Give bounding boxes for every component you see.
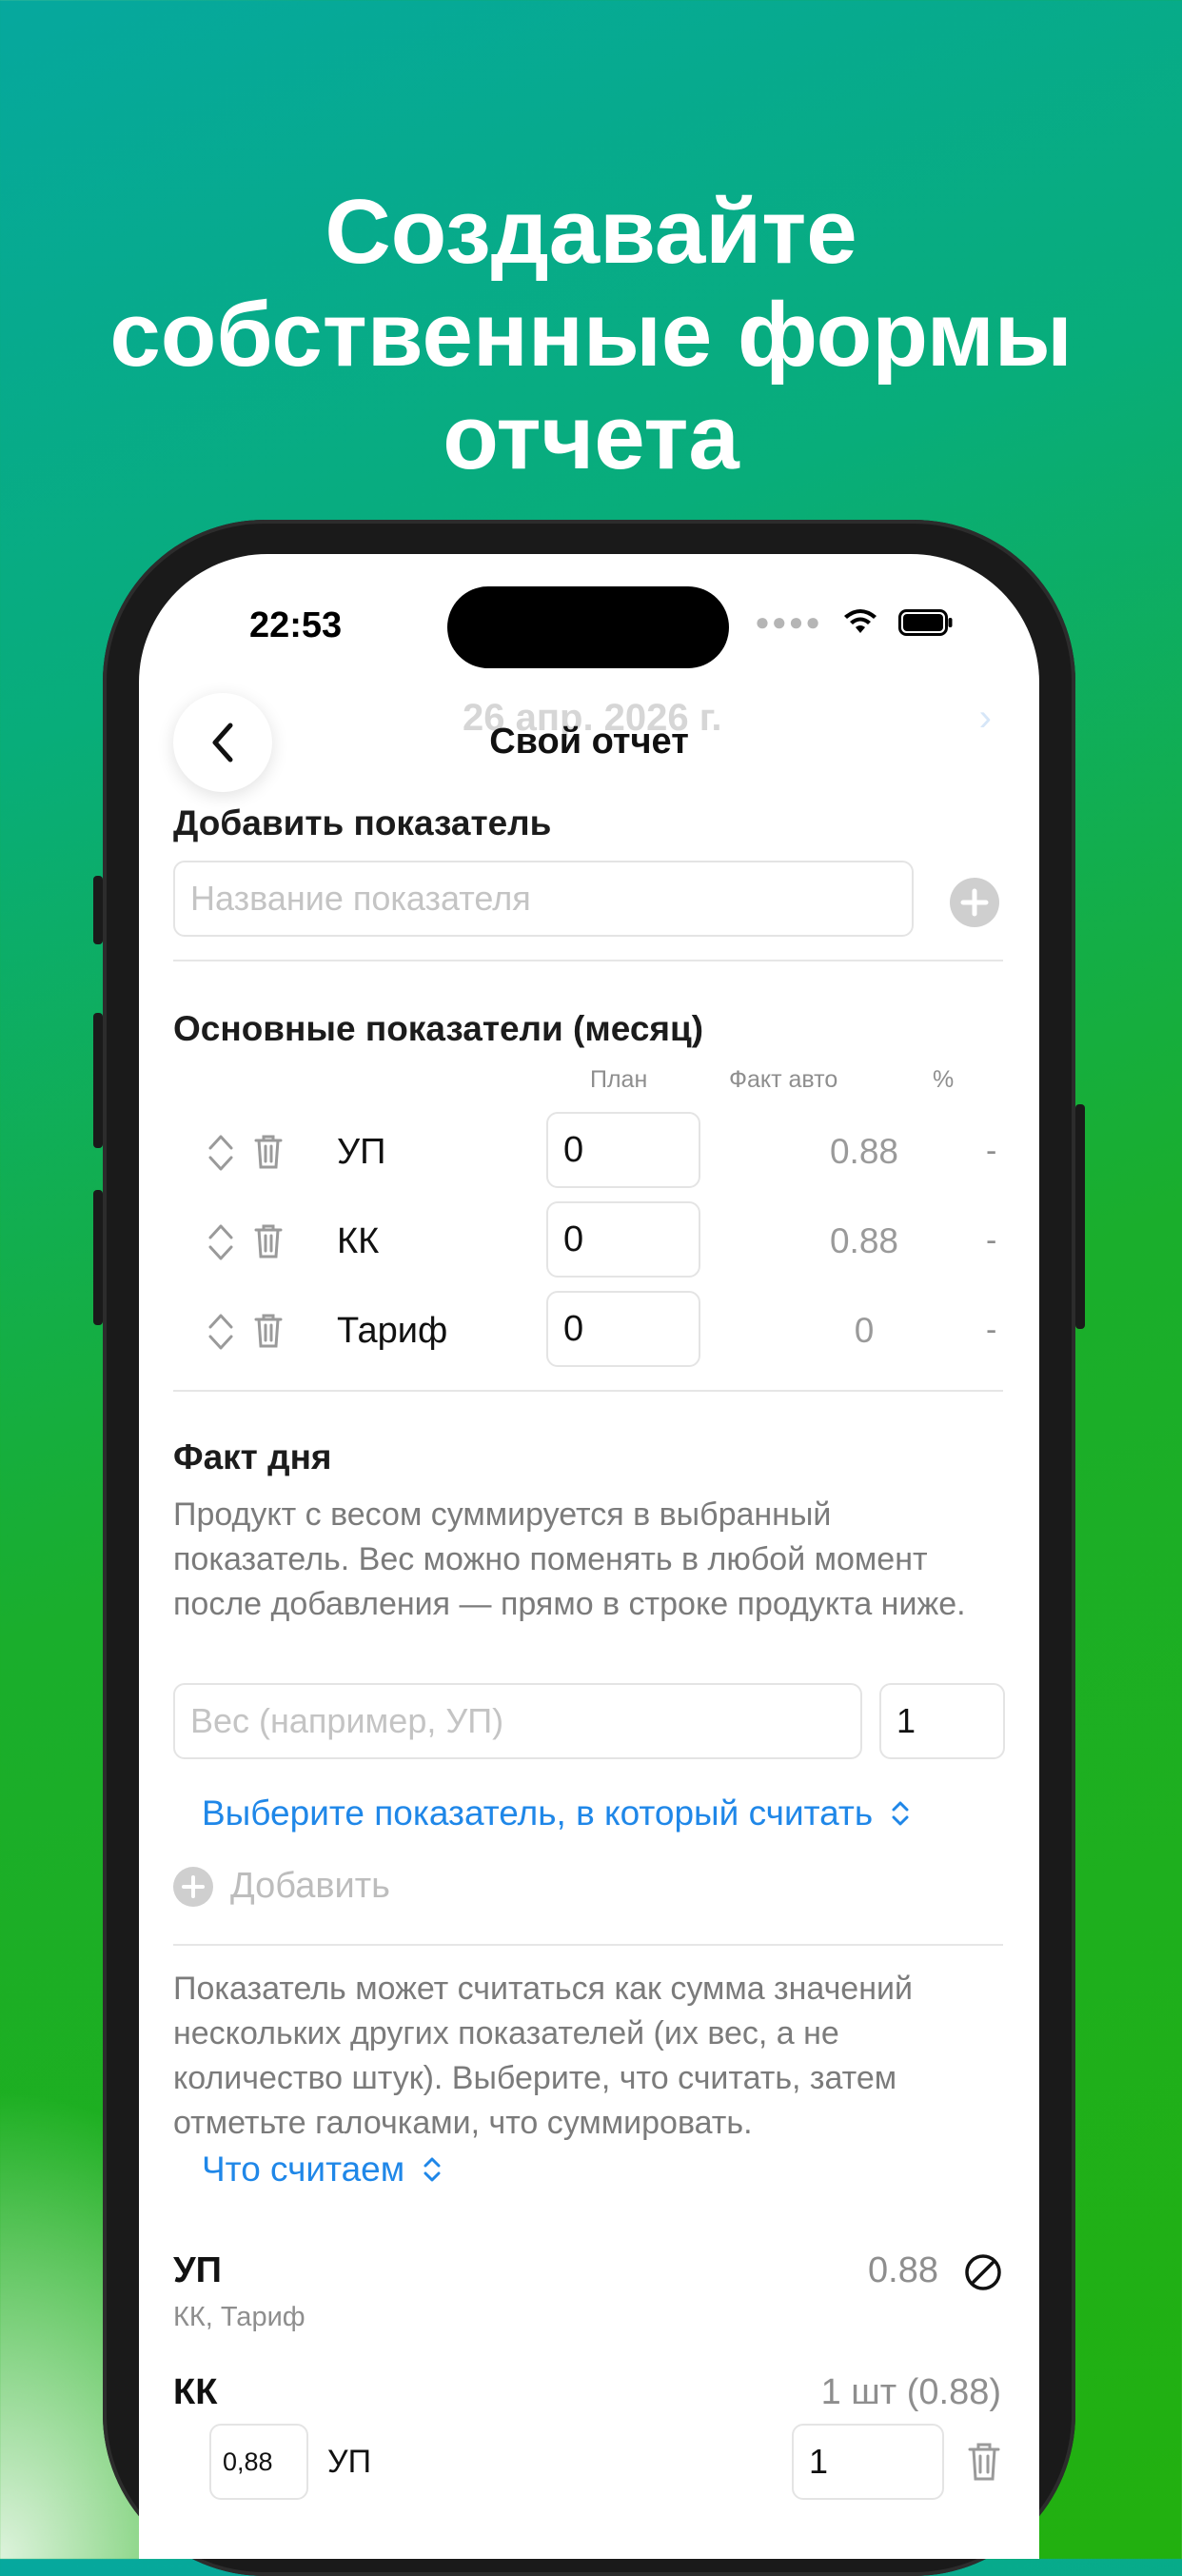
fact-value: 0.88 <box>829 1132 898 1171</box>
weight-input[interactable] <box>173 1683 862 1759</box>
metric-name: УП <box>337 1132 386 1172</box>
item-count-input[interactable] <box>792 2424 944 2500</box>
status-time: 22:53 <box>249 605 343 645</box>
sum-description: Показатель может считаться как сумма зна… <box>173 1971 913 2141</box>
add-product-label: Добавить <box>230 1866 390 1906</box>
plan-input[interactable] <box>546 1291 700 1367</box>
app-screen: 22:53 ●●●● 26 апр. 2026 г. › Свой отчет … <box>139 554 1039 2559</box>
page-title: Свой отчет <box>489 722 689 762</box>
aggregate-components: КК, Тариф <box>173 2302 305 2332</box>
col-pct-header: % <box>933 1066 955 1093</box>
wifi-icon <box>844 608 877 633</box>
trash-icon[interactable] <box>253 1222 284 1260</box>
main-metrics-title: Основные показатели (месяц) <box>173 1009 704 1048</box>
select-metric-label: Выберите показатель, в который считать <box>202 1793 874 1833</box>
aggregate-name: КК <box>173 2372 218 2412</box>
divider <box>173 1390 1003 1392</box>
chevron-up-down-icon <box>424 2157 441 2182</box>
phone-side-button <box>93 876 103 944</box>
plan-input[interactable] <box>546 1112 700 1188</box>
phone-volume-down <box>93 1190 103 1325</box>
count-input[interactable] <box>879 1683 1005 1759</box>
add-metric-plus-icon[interactable] <box>950 878 999 927</box>
chevron-up-down-icon <box>892 1801 909 1826</box>
item-target-label: УП <box>327 2444 372 2480</box>
day-fact-description: Продукт с весом суммируется в выбранный … <box>173 1496 966 1622</box>
plus-circle-icon <box>173 1866 213 1907</box>
dynamic-island <box>447 586 729 668</box>
plan-input[interactable] <box>546 1201 700 1278</box>
add-product-button[interactable]: Добавить <box>173 1866 390 1907</box>
add-metric-title: Добавить показатель <box>173 803 552 842</box>
trash-icon[interactable] <box>967 2441 1001 2483</box>
trash-icon[interactable] <box>253 1133 284 1171</box>
what-count-label: Что считаем <box>202 2150 405 2189</box>
day-fact-title: Факт дня <box>173 1437 332 1476</box>
fact-value: 0.88 <box>829 1221 898 1260</box>
col-fact-header: Факт авто <box>729 1066 838 1093</box>
pct-value: - <box>986 1133 997 1169</box>
metric-name: Тариф <box>337 1311 448 1351</box>
divider <box>173 960 1003 961</box>
reorder-icon[interactable] <box>206 1131 236 1175</box>
fact-value: 0 <box>854 1311 875 1350</box>
headline-line-3: отчета <box>443 386 739 488</box>
aggregate-value: 0.88 <box>868 2250 938 2290</box>
metric-name-input[interactable] <box>173 861 914 937</box>
headline-line-1: Создавайте <box>325 181 857 283</box>
metric-name: КК <box>337 1221 380 1261</box>
item-weight-input[interactable] <box>209 2424 308 2500</box>
col-plan-header: План <box>590 1066 648 1093</box>
pct-value: - <box>986 1312 997 1348</box>
aggregate-name: УП <box>173 2250 222 2290</box>
trash-icon[interactable] <box>253 1312 284 1350</box>
phone-volume-up <box>93 1013 103 1148</box>
signal-icon: ●●●● <box>755 607 822 636</box>
select-metric-link[interactable]: Выберите показатель, в который считать <box>202 1793 911 1833</box>
pct-value: - <box>986 1222 997 1258</box>
what-count-link[interactable]: Что считаем <box>202 2150 443 2190</box>
status-icons: ●●●● <box>755 607 954 637</box>
battery-icon <box>898 608 953 636</box>
reorder-icon[interactable] <box>206 1310 236 1354</box>
divider <box>173 1944 1003 1946</box>
promo-headline: Создавайте собственные формы отчета <box>0 181 1182 489</box>
headline-line-2: собственные формы <box>109 284 1073 386</box>
phone-power-button <box>1075 1104 1085 1329</box>
cancel-icon[interactable] <box>963 2252 1003 2292</box>
aggregate-value: 1 шт (0.88) <box>820 2372 1001 2412</box>
reorder-icon[interactable] <box>206 1220 236 1264</box>
